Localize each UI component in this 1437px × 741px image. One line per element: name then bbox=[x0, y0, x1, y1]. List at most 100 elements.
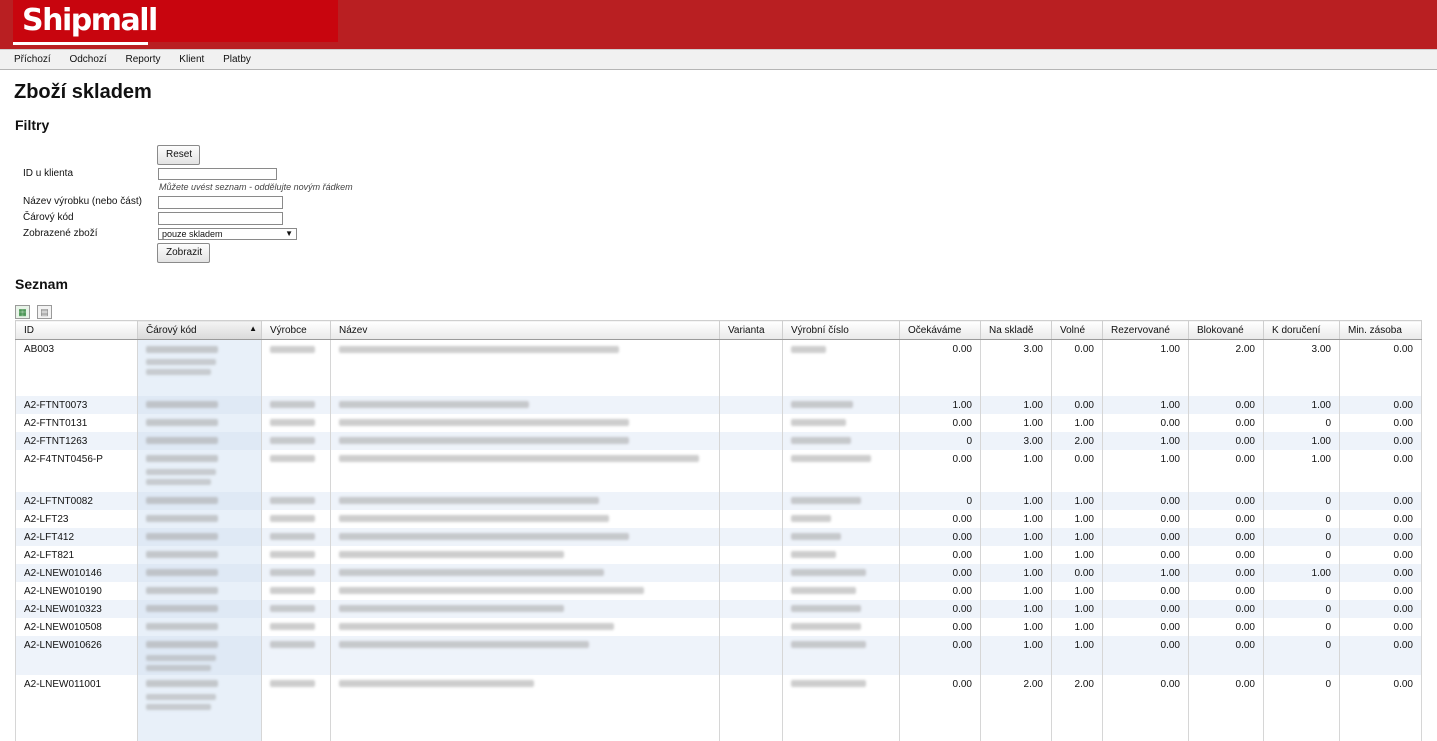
cell-serial bbox=[782, 491, 900, 510]
column-header-name[interactable]: Název bbox=[330, 320, 720, 340]
cell-free: 1.00 bbox=[1051, 599, 1103, 618]
chevron-down-icon: ▼ bbox=[285, 229, 293, 238]
column-header-reserved[interactable]: Rezervované bbox=[1102, 320, 1189, 340]
table-row[interactable]: A2-LNEW010508 0.00 1.00 1.00 0.00 0.00 0 0.00 bbox=[15, 617, 1422, 636]
column-header-blocked[interactable]: Blokované bbox=[1188, 320, 1264, 340]
cell-in-stock: 3.00 bbox=[980, 339, 1052, 396]
table-row[interactable]: A2-LNEW010146 0.00 1.00 0.00 1.00 0.00 1.00 0.0… bbox=[15, 563, 1422, 582]
column-header-min-stock[interactable]: Min. zásoba bbox=[1339, 320, 1422, 340]
table-row[interactable]: A2-F4TNT0456-P 0.00 1.00 0.00 1.00 0.00 1.00 0.… bbox=[15, 449, 1422, 492]
menu-item-klient[interactable]: Klient bbox=[179, 54, 204, 65]
cell-expected: 0.00 bbox=[899, 339, 981, 396]
cell-id: A2-FTNT0073 bbox=[15, 395, 138, 414]
cell-to-deliver: 1.00 bbox=[1263, 449, 1340, 492]
cell-manufacturer bbox=[261, 635, 331, 675]
cell-blocked: 0.00 bbox=[1188, 491, 1264, 510]
column-header-free[interactable]: Volné bbox=[1051, 320, 1103, 340]
table-row[interactable]: A2-LNEW010323 0.00 1.00 1.00 0.00 0.00 0 0.00 bbox=[15, 599, 1422, 618]
table-row[interactable]: A2-LNEW010190 0.00 1.00 1.00 0.00 0.00 0 0.00 bbox=[15, 581, 1422, 600]
cell-manufacturer bbox=[261, 599, 331, 618]
cell-free: 2.00 bbox=[1051, 674, 1103, 741]
cell-expected: 0.00 bbox=[899, 527, 981, 546]
show-button[interactable]: Zobrazit bbox=[157, 243, 210, 263]
cell-id: AB003 bbox=[15, 339, 138, 396]
cell-in-stock: 1.00 bbox=[980, 395, 1052, 414]
table-row[interactable]: A2-LNEW011001 0.00 2.00 2.00 0.00 0.00 0 0.00 bbox=[15, 674, 1422, 741]
product-name-input[interactable] bbox=[158, 196, 283, 209]
table-row[interactable]: A2-LFT821 0.00 1.00 1.00 0.00 0.00 0 0.00 bbox=[15, 545, 1422, 564]
menu-item-platby[interactable]: Platby bbox=[223, 54, 251, 65]
cell-in-stock: 3.00 bbox=[980, 431, 1052, 450]
barcode-input[interactable] bbox=[158, 212, 283, 225]
cell-expected: 0.00 bbox=[899, 545, 981, 564]
column-header-to-deliver[interactable]: K doručení bbox=[1263, 320, 1340, 340]
reset-button[interactable]: Reset bbox=[157, 145, 200, 165]
shown-goods-select[interactable]: pouze skladem ▼ bbox=[158, 228, 297, 240]
stock-table: ID Čárový kód ▲ Výrobce Název Varianta Vý… bbox=[15, 320, 1422, 741]
cell-variant bbox=[719, 449, 783, 492]
cell-free: 0.00 bbox=[1051, 395, 1103, 414]
cell-reserved: 0.00 bbox=[1102, 635, 1189, 675]
cell-to-deliver: 0 bbox=[1263, 413, 1340, 432]
cell-barcode bbox=[137, 635, 262, 675]
cell-variant bbox=[719, 617, 783, 636]
cell-name bbox=[330, 581, 720, 600]
column-header-variant[interactable]: Varianta bbox=[719, 320, 783, 340]
table-row[interactable]: A2-LFT412 0.00 1.00 1.00 0.00 0.00 0 0.00 bbox=[15, 527, 1422, 546]
cell-barcode bbox=[137, 491, 262, 510]
menu-item-reporty[interactable]: Reporty bbox=[126, 54, 161, 65]
cell-blocked: 0.00 bbox=[1188, 674, 1264, 741]
cell-manufacturer bbox=[261, 617, 331, 636]
cell-serial bbox=[782, 395, 900, 414]
cell-to-deliver: 0 bbox=[1263, 617, 1340, 636]
cell-barcode bbox=[137, 527, 262, 546]
cell-barcode bbox=[137, 617, 262, 636]
column-header-expected[interactable]: Očekáváme bbox=[899, 320, 981, 340]
cell-variant bbox=[719, 339, 783, 396]
cell-reserved: 0.00 bbox=[1102, 545, 1189, 564]
cell-serial bbox=[782, 635, 900, 675]
cell-reserved: 0.00 bbox=[1102, 599, 1189, 618]
table-row[interactable]: A2-LNEW010626 0.00 1.00 1.00 0.00 0.00 0 0.00 bbox=[15, 635, 1422, 675]
table-row[interactable]: A2-FTNT1263 0 3.00 2.00 1.00 0.00 1.00 0.00 bbox=[15, 431, 1422, 450]
menu-item-prichozi[interactable]: Příchozí bbox=[14, 54, 51, 65]
excel-export-icon[interactable]: ▦ bbox=[15, 305, 30, 319]
column-header-manufacturer[interactable]: Výrobce bbox=[261, 320, 331, 340]
table-row[interactable]: AB003 0.00 3.00 0.00 1.00 2.00 3.00 0.00 bbox=[15, 339, 1422, 396]
column-header-serial[interactable]: Výrobní číslo bbox=[782, 320, 900, 340]
column-header-barcode[interactable]: Čárový kód ▲ bbox=[137, 320, 262, 340]
logo-underline bbox=[13, 42, 148, 45]
cell-name bbox=[330, 545, 720, 564]
cell-variant bbox=[719, 431, 783, 450]
cell-to-deliver: 0 bbox=[1263, 509, 1340, 528]
brand-logo[interactable]: Shipmall bbox=[22, 3, 158, 38]
menu-item-odchozi[interactable]: Odchozí bbox=[69, 54, 106, 65]
cell-blocked: 0.00 bbox=[1188, 527, 1264, 546]
cell-reserved: 1.00 bbox=[1102, 339, 1189, 396]
column-header-barcode-label: Čárový kód bbox=[146, 324, 197, 336]
column-header-in-stock[interactable]: Na skladě bbox=[980, 320, 1052, 340]
cell-reserved: 1.00 bbox=[1102, 449, 1189, 492]
cell-free: 1.00 bbox=[1051, 491, 1103, 510]
table-row[interactable]: A2-FTNT0131 0.00 1.00 1.00 0.00 0.00 0 0.00 bbox=[15, 413, 1422, 432]
cell-in-stock: 1.00 bbox=[980, 527, 1052, 546]
table-row[interactable]: A2-FTNT0073 1.00 1.00 0.00 1.00 0.00 1.00 0.00 bbox=[15, 395, 1422, 414]
cell-serial bbox=[782, 563, 900, 582]
cell-in-stock: 2.00 bbox=[980, 674, 1052, 741]
table-row[interactable]: A2-LFT23 0.00 1.00 1.00 0.00 0.00 0 0.00 bbox=[15, 509, 1422, 528]
cell-manufacturer bbox=[261, 431, 331, 450]
pdf-export-icon[interactable]: ▤ bbox=[37, 305, 52, 319]
cell-in-stock: 1.00 bbox=[980, 563, 1052, 582]
product-name-label: Název výrobku (nebo část) bbox=[23, 196, 142, 207]
cell-expected: 0.00 bbox=[899, 617, 981, 636]
column-header-id[interactable]: ID bbox=[15, 320, 138, 340]
table-row[interactable]: A2-LFTNT0082 0 1.00 1.00 0.00 0.00 0 0.00 bbox=[15, 491, 1422, 510]
cell-in-stock: 1.00 bbox=[980, 635, 1052, 675]
client-id-textarea[interactable] bbox=[158, 168, 277, 180]
cell-min-stock: 0.00 bbox=[1339, 413, 1422, 432]
cell-id: A2-LNEW010190 bbox=[15, 581, 138, 600]
cell-to-deliver: 0 bbox=[1263, 635, 1340, 675]
cell-expected: 0 bbox=[899, 491, 981, 510]
cell-id: A2-LNEW010626 bbox=[15, 635, 138, 675]
shown-goods-value: pouze skladem bbox=[162, 229, 223, 239]
